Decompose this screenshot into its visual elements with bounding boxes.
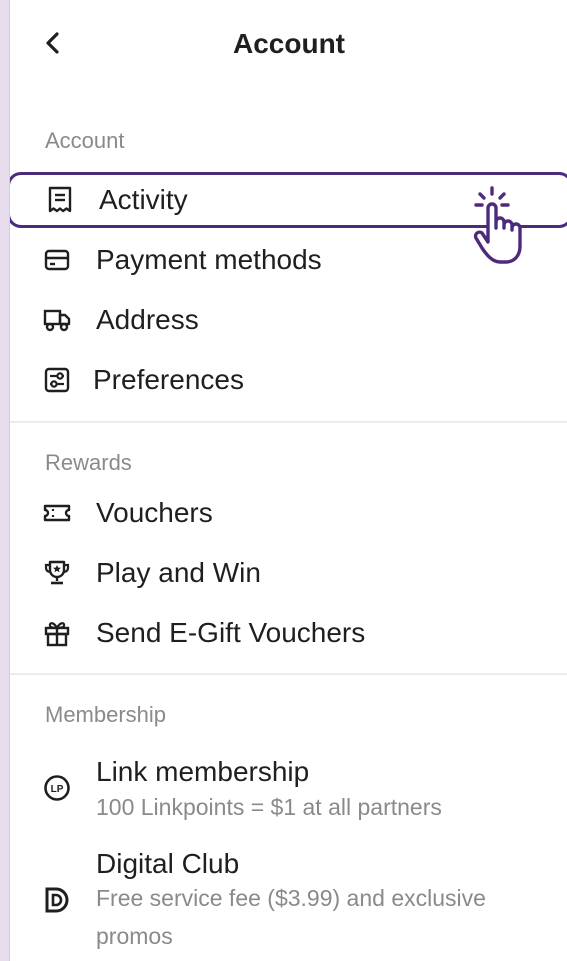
menu-item-address[interactable]: Address — [10, 292, 567, 348]
menu-item-digital-club[interactable]: Digital Club Free service fee ($3.99) an… — [10, 846, 567, 961]
svg-text:LP: LP — [51, 784, 64, 795]
credit-card-icon — [43, 246, 71, 274]
menu-item-label: Payment methods — [96, 244, 322, 275]
page-title: Account — [233, 28, 345, 59]
menu-item-send-e-gift-vouchers[interactable]: Send E-Gift Vouchers — [10, 605, 567, 661]
left-edge-strip — [0, 0, 9, 961]
truck-icon — [43, 306, 71, 334]
membership-subtitle: Free service fee ($3.99) and exclusive p… — [96, 885, 486, 949]
header: Account — [10, 0, 567, 90]
section-divider — [10, 673, 567, 675]
section-divider — [10, 421, 567, 423]
trophy-icon — [43, 559, 71, 587]
menu-item-play-and-win[interactable]: Play and Win — [10, 545, 567, 601]
sliders-icon — [43, 366, 71, 394]
menu-item-label: Vouchers — [96, 497, 213, 528]
receipt-icon — [46, 186, 74, 214]
membership-title: Link membership — [96, 756, 310, 787]
membership-subtitle: 100 Linkpoints = $1 at all partners — [96, 794, 442, 820]
gift-icon — [43, 619, 71, 647]
menu-item-label: Preferences — [93, 364, 244, 395]
section-label-membership: Membership — [45, 702, 167, 727]
account-panel: Account Account Activity Payment methods — [9, 0, 567, 961]
menu-item-link-membership[interactable]: LP Link membership 100 Linkpoints = $1 a… — [10, 752, 567, 832]
menu-item-label: Activity — [99, 184, 188, 215]
membership-title: Digital Club — [96, 848, 240, 879]
menu-item-vouchers[interactable]: Vouchers — [10, 485, 567, 541]
menu-item-label: Address — [96, 304, 199, 335]
digital-club-icon — [43, 886, 71, 914]
ticket-icon — [43, 499, 71, 527]
tap-hand-icon — [473, 186, 522, 264]
section-label-rewards: Rewards — [45, 450, 132, 475]
section-label-account: Account — [45, 128, 125, 153]
linkpoints-icon: LP — [43, 774, 71, 802]
menu-item-label: Send E-Gift Vouchers — [96, 617, 366, 648]
menu-item-preferences[interactable]: Preferences — [10, 352, 567, 408]
menu-item-label: Play and Win — [96, 557, 261, 588]
